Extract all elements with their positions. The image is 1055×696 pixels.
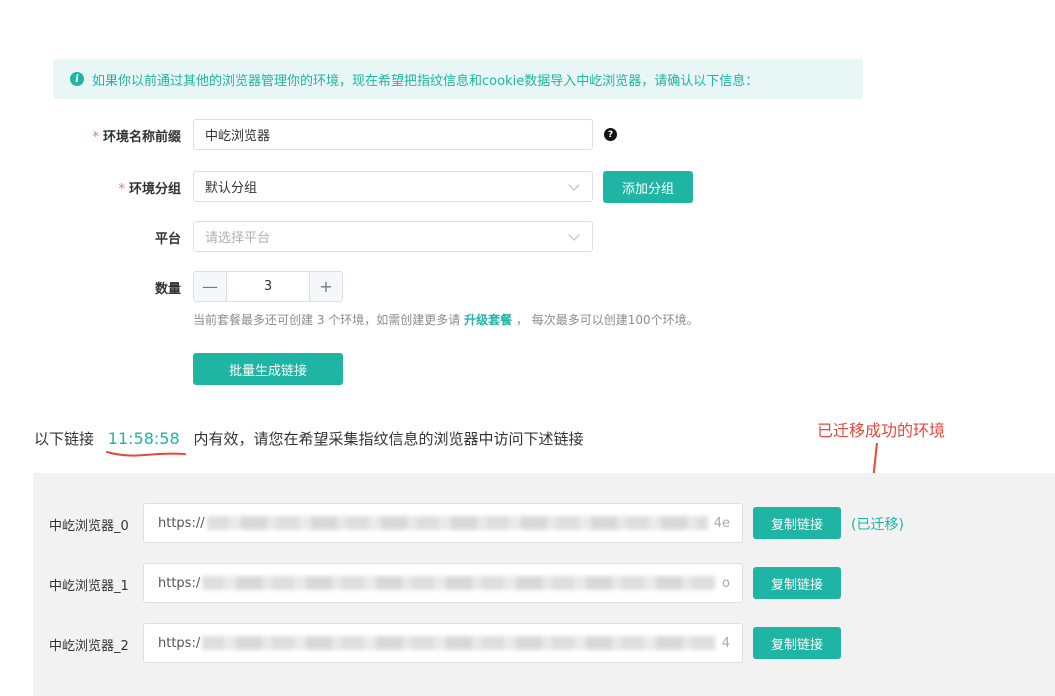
add-group-button[interactable]: 添加分组 (603, 171, 693, 203)
minus-icon[interactable]: — (194, 272, 227, 301)
quota-hint: 当前套餐最多还可创建 3 个环境，如需创建更多请 升级套餐 ， 每次最多可以创建… (193, 311, 699, 328)
link-row-label: 中屹浏览器_1 (49, 579, 129, 594)
validity-after: 内有效，请您在希望采集指纹信息的浏览器中访问下述链接 (193, 430, 584, 448)
redacted-url (202, 636, 716, 650)
chevron-down-icon (568, 229, 580, 241)
url-prefix: https:/ (158, 635, 201, 651)
url-suffix: o (722, 575, 730, 591)
migrated-annotation: 已迁移成功的环境 (817, 421, 946, 440)
url-suffix: 4e (713, 515, 730, 531)
hint-text-before: 当前套餐最多还可创建 3 个环境，如需创建更多请 (193, 313, 461, 327)
redacted-url (206, 516, 708, 530)
group-label: * 环境分组 (0, 178, 181, 197)
upgrade-plan-link[interactable]: 升级套餐 (464, 313, 512, 327)
group-label-text: 环境分组 (128, 182, 181, 197)
redacted-url (202, 576, 717, 590)
link-row-label: 中屹浏览器_0 (49, 519, 129, 534)
countdown-timer: 11:58:58 (107, 429, 180, 448)
required-mark: * (92, 130, 99, 145)
copy-link-button[interactable]: 复制链接 (753, 507, 841, 539)
notice-text: 如果你以前通过其他的浏览器管理你的环境，现在希望把指纹信息和cookie数据导入… (92, 73, 759, 89)
name-prefix-input[interactable]: 中屹浏览器 (193, 119, 593, 150)
quantity-stepper: — 3 + (193, 271, 343, 302)
info-icon: i (70, 72, 84, 86)
quantity-label: 数量 (154, 282, 181, 297)
red-underline-annotation (106, 451, 186, 457)
quantity-value[interactable]: 3 (227, 272, 309, 301)
link-validity-text: 以下链接 11:58:58 内有效，请您在希望采集指纹信息的浏览器中访问下述链接 (34, 428, 583, 449)
copy-link-button[interactable]: 复制链接 (753, 567, 841, 599)
platform-label: 平台 (154, 232, 181, 247)
required-mark: * (118, 182, 125, 197)
url-prefix: https:// (158, 515, 205, 531)
platform-placeholder: 请选择平台 (205, 231, 271, 246)
info-notice: i 如果你以前通过其他的浏览器管理你的环境，现在希望把指纹信息和cookie数据… (53, 59, 863, 99)
group-select[interactable]: 默认分组 (193, 171, 593, 202)
plus-icon[interactable]: + (309, 272, 342, 301)
help-icon[interactable]: ? (604, 128, 617, 141)
import-environment-page: i 如果你以前通过其他的浏览器管理你的环境，现在希望把指纹信息和cookie数据… (0, 0, 1055, 696)
link-url-field[interactable]: https:/ o (143, 563, 743, 603)
copy-link-button[interactable]: 复制链接 (753, 627, 841, 659)
link-row-label: 中屹浏览器_2 (49, 639, 129, 654)
migrated-status: (已迁移) (851, 517, 904, 533)
group-value: 默认分组 (205, 181, 258, 196)
hint-text-after: ， 每次最多可以创建100个环境。 (515, 313, 699, 327)
name-prefix-label: * 环境名称前缀 (0, 126, 181, 145)
link-url-field[interactable]: https:/ 4 (143, 623, 743, 663)
validity-before: 以下链接 (34, 430, 95, 448)
name-prefix-value: 中屹浏览器 (205, 129, 271, 144)
chevron-down-icon (568, 179, 580, 191)
link-url-field[interactable]: https:// 4e (143, 503, 743, 543)
url-prefix: https:/ (158, 575, 201, 591)
url-suffix: 4 (721, 635, 730, 651)
name-prefix-label-text: 环境名称前缀 (102, 130, 181, 145)
generate-links-button[interactable]: 批量生成链接 (193, 353, 343, 385)
platform-select[interactable]: 请选择平台 (193, 221, 593, 252)
